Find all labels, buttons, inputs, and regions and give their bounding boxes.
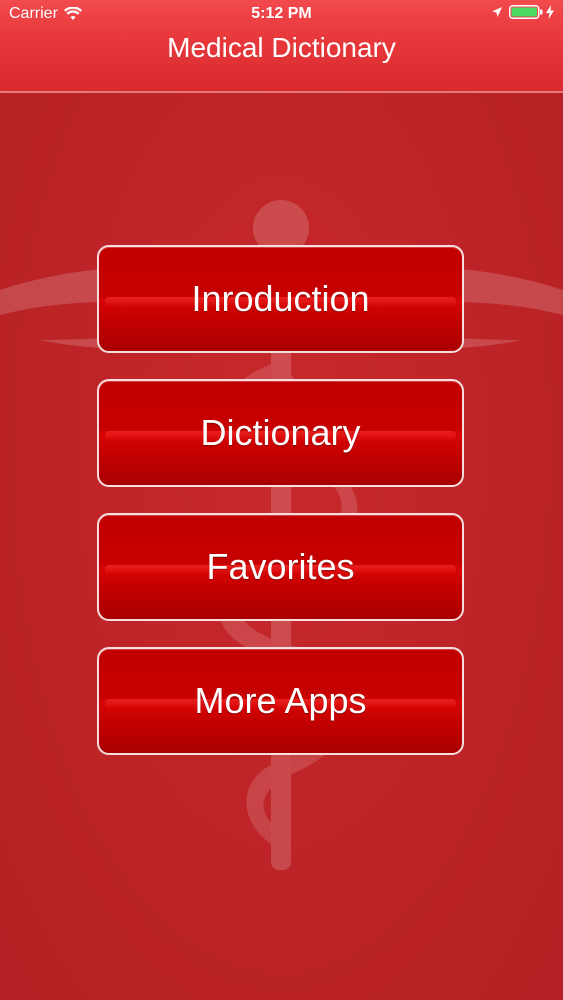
navigation-bar: Carrier 5:12 PM Medical Dictionary [0,0,563,93]
location-icon [492,7,502,17]
more-apps-button-label: More Apps [194,680,367,721]
more-apps-button[interactable]: More Apps [97,647,464,755]
charging-bolt-icon [546,5,554,19]
page-title: Medical Dictionary [167,32,396,63]
battery-icon [509,5,543,19]
introduction-button-label: Inroduction [191,278,370,319]
app-screen: Carrier 5:12 PM Medical Dictionary Inrod… [0,0,563,1000]
status-bar: Carrier 5:12 PM [0,0,563,30]
dictionary-button[interactable]: Dictionary [97,379,464,487]
status-time: 5:12 PM [251,5,312,22]
main-menu: Inroduction Dictionary Favorites More Ap… [97,245,464,781]
status-right-group [491,5,554,19]
favorites-button[interactable]: Favorites [97,513,464,621]
introduction-button[interactable]: Inroduction [97,245,464,353]
dictionary-button-label: Dictionary [200,412,361,453]
favorites-button-label: Favorites [206,546,355,587]
